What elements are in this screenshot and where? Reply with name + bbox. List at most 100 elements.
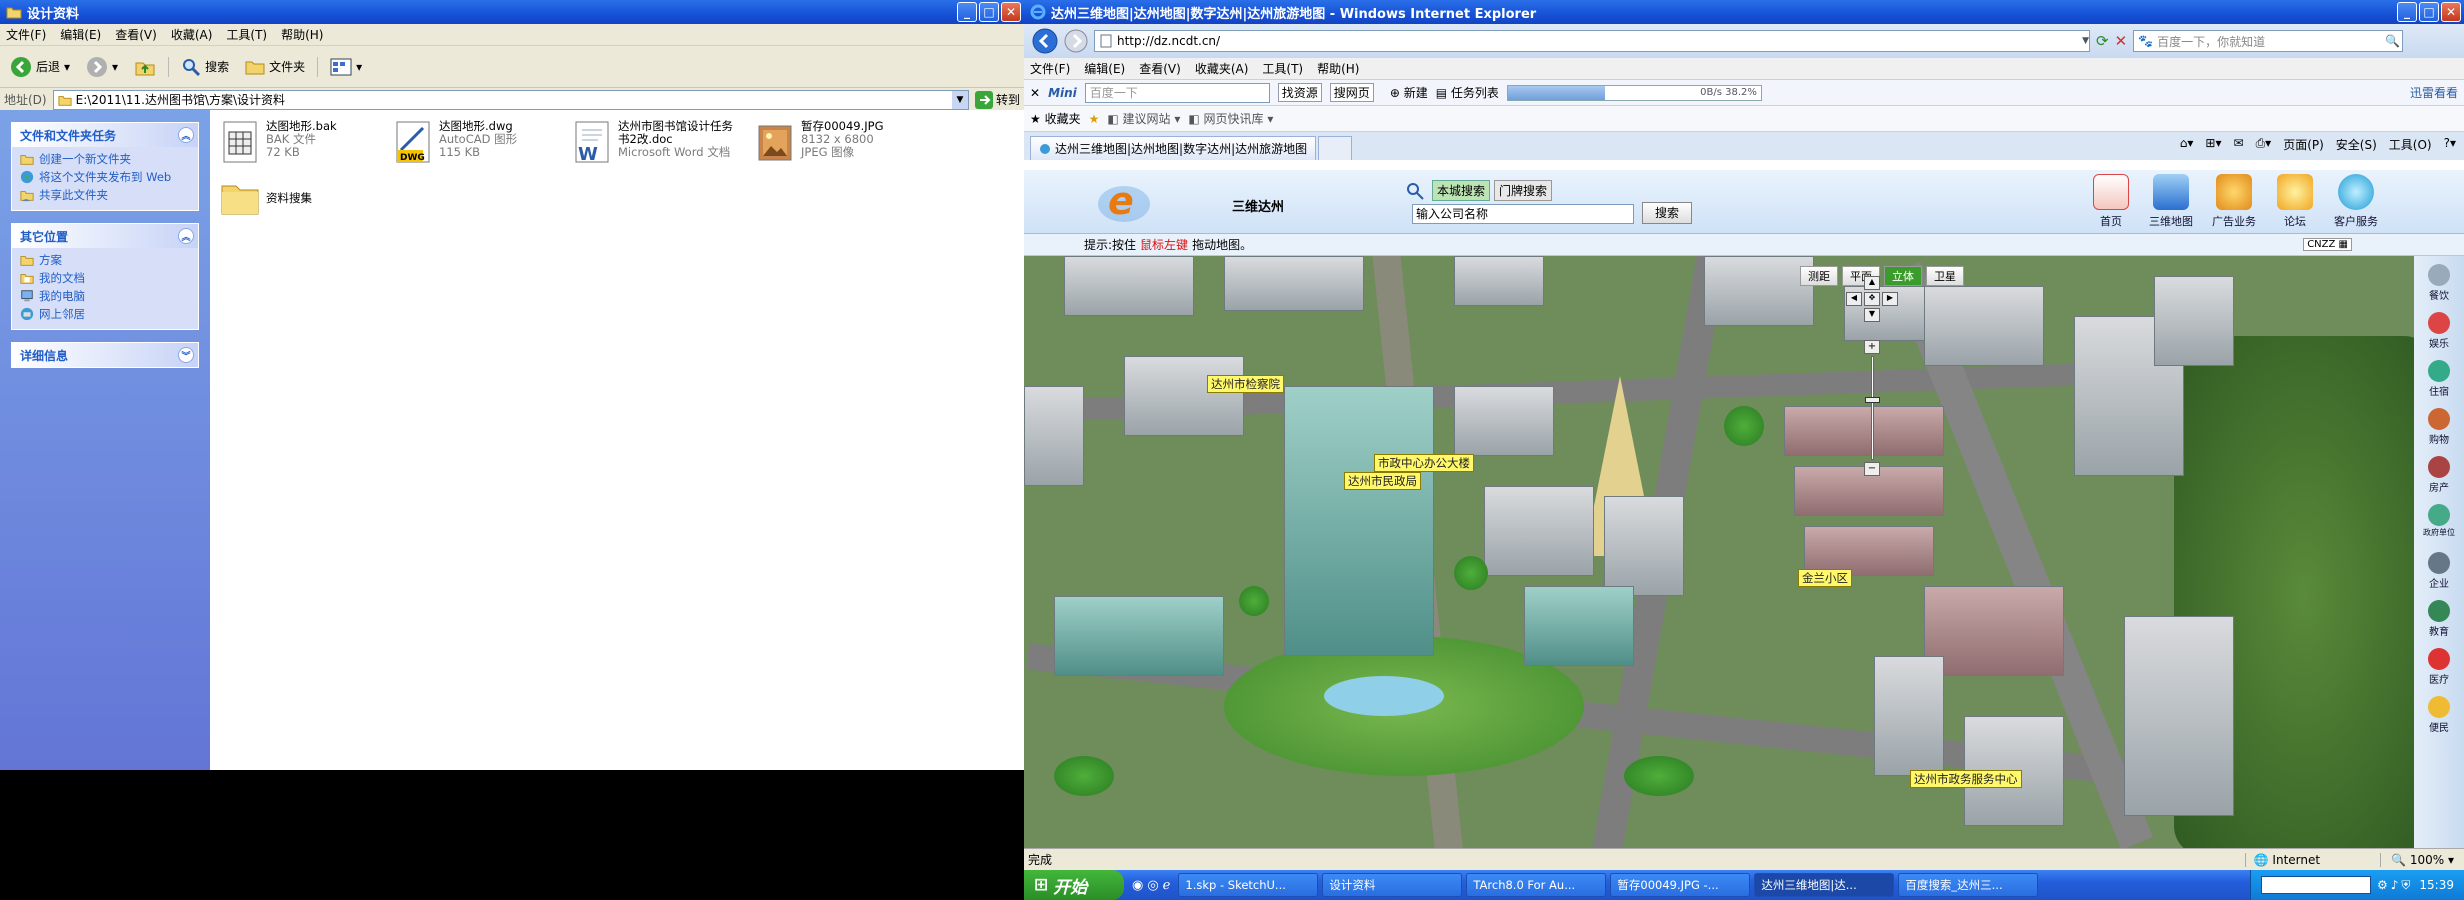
site-logo[interactable]: e — [1092, 174, 1156, 230]
maximize-button[interactable]: □ — [979, 2, 999, 22]
xunlei-button[interactable]: 迅雷看看 — [2410, 84, 2458, 101]
forward-icon[interactable] — [1064, 29, 1088, 53]
folder-item[interactable]: 资料搜集 — [220, 176, 400, 220]
zoom-track[interactable] — [1864, 356, 1880, 460]
start-button[interactable]: ⊞ 开始 — [1024, 870, 1124, 900]
mail-icon[interactable]: ✉ — [2234, 136, 2244, 153]
pan-left-icon[interactable]: ◀ — [1846, 292, 1862, 306]
nav-3d-map[interactable]: 三维地图 — [2146, 174, 2196, 229]
place-fangan[interactable]: 方案 — [12, 251, 198, 269]
taskbar-item[interactable]: TArch8.0 For Au... — [1466, 873, 1607, 897]
explorer-titlebar[interactable]: 设计资料 _ □ ✕ — [0, 0, 1024, 24]
pan-center-icon[interactable]: ✥ — [1864, 292, 1880, 306]
place-my-computer[interactable]: 我的电脑 — [12, 287, 198, 305]
taskbar-item-active[interactable]: 达州三维地图|达... — [1754, 873, 1895, 897]
ie-address-field[interactable]: http://dz.ncdt.cn/ ▼ — [1094, 30, 2090, 52]
nav-home[interactable]: 首页 — [2086, 174, 2136, 229]
file-item[interactable]: 达图地形.bak BAK 文件 72 KB — [220, 120, 400, 164]
search-button[interactable]: 搜索 — [177, 55, 233, 79]
tab-address-search[interactable]: 门牌搜索 — [1494, 180, 1553, 201]
suggested-sites-button[interactable]: ◧ 建议网站 ▾ — [1107, 110, 1180, 127]
task-share-folder[interactable]: 共享此文件夹 — [12, 186, 198, 204]
zoom-out-button[interactable]: − — [1864, 462, 1880, 476]
satellite-view-button[interactable]: 卫星 — [1926, 266, 1964, 286]
zone-indicator[interactable]: 🌐 Internet — [2244, 852, 2380, 867]
file-item[interactable]: W 达州市图书馆设计任务书2改.doc Microsoft Word 文档 — [572, 120, 747, 164]
minimize-button[interactable]: _ — [957, 2, 977, 22]
category-medical[interactable]: 医疗 — [2418, 648, 2460, 686]
tray-search-input[interactable] — [2260, 876, 2371, 894]
menu-view[interactable]: 查看(V) — [1139, 60, 1181, 77]
print-icon[interactable]: ⎙▾ — [2256, 136, 2272, 153]
menu-tools[interactable]: 工具(T) — [1262, 60, 1303, 77]
stop-icon[interactable]: ✕ — [2115, 32, 2128, 50]
category-real-estate[interactable]: 房产 — [2418, 456, 2460, 494]
minimize-button[interactable]: _ — [2397, 2, 2417, 22]
tray-icons[interactable]: ⚙♪⛨ — [2377, 878, 2413, 893]
file-tasks-header[interactable]: 文件和文件夹任务 ︽ — [12, 123, 198, 147]
menu-favorites[interactable]: 收藏夹(A) — [1195, 60, 1249, 77]
menu-view[interactable]: 查看(V) — [115, 26, 157, 43]
views-button[interactable]: ▾ — [326, 56, 366, 78]
map-pan-control[interactable]: ▲ ◀ ✥ ▶ ▼ — [1842, 276, 1902, 326]
menu-edit[interactable]: 编辑(E) — [60, 26, 101, 43]
tools-menu[interactable]: 工具(O) — [2389, 136, 2432, 153]
category-enterprise[interactable]: 企业 — [2418, 552, 2460, 590]
menu-favorites[interactable]: 收藏(A) — [171, 26, 213, 43]
category-government[interactable]: 政府单位 — [2418, 504, 2460, 538]
task-new-folder[interactable]: 创建一个新文件夹 — [12, 150, 198, 168]
mini-button[interactable]: Mini — [1048, 86, 1077, 100]
nav-advertising[interactable]: 广告业务 — [2209, 174, 2259, 229]
place-my-documents[interactable]: 我的文档 — [12, 269, 198, 287]
home-icon[interactable]: ⌂▾ — [2180, 136, 2194, 153]
back-button[interactable]: 后退 ▾ — [6, 54, 74, 80]
web-slice-button[interactable]: ◧ 网页快讯库 ▾ — [1188, 110, 1273, 127]
folders-button[interactable]: 文件夹 — [241, 55, 309, 79]
zoom-slider-handle[interactable] — [1864, 397, 1880, 403]
close-toolbar-icon[interactable]: ✕ — [1030, 86, 1040, 100]
taskbar-item[interactable]: 设计资料 — [1322, 873, 1463, 897]
up-folder-button[interactable] — [130, 54, 160, 80]
ie-search-field[interactable]: 🐾 百度一下，你就知道 🔍 — [2133, 30, 2404, 52]
taskbar-item[interactable]: 暂存00049.JPG -... — [1610, 873, 1751, 897]
menu-file[interactable]: 文件(F) — [1030, 60, 1070, 77]
category-shopping[interactable]: 购物 — [2418, 408, 2460, 446]
place-network[interactable]: 网上邻居 — [12, 305, 198, 323]
measure-button[interactable]: 测距 — [1800, 266, 1838, 286]
zoom-in-button[interactable]: + — [1864, 340, 1880, 354]
close-button[interactable]: ✕ — [1001, 2, 1021, 22]
menu-edit[interactable]: 编辑(E) — [1084, 60, 1125, 77]
refresh-icon[interactable]: ⟳ — [2096, 32, 2109, 50]
mini-search-field[interactable]: 百度一下 — [1084, 82, 1270, 103]
category-education[interactable]: 教育 — [2418, 600, 2460, 638]
map-label-civil-affairs[interactable]: 达州市民政局 — [1344, 472, 1421, 490]
file-item[interactable]: DWG 达图地形.dwg AutoCAD 图形 115 KB — [393, 120, 573, 164]
collapse-icon[interactable]: ︽ — [178, 127, 194, 143]
address-field[interactable]: E:\2011\11.达州图书馆\方案\设计资料 ▼ — [52, 89, 969, 110]
feeds-icon[interactable]: ⊞▾ — [2205, 136, 2221, 153]
collapse-icon[interactable]: ︽ — [178, 228, 194, 244]
company-search-input[interactable]: 输入公司名称 — [1412, 204, 1634, 224]
category-dining[interactable]: 餐饮 — [2418, 264, 2460, 302]
favorites-button[interactable]: ★ 收藏夹 — [1030, 110, 1081, 127]
details-header[interactable]: 详细信息 ︾ — [12, 343, 198, 367]
category-convenience[interactable]: 便民 — [2418, 696, 2460, 734]
add-favorite-icon[interactable]: ★ — [1089, 112, 1100, 126]
help-icon[interactable]: ?▾ — [2444, 136, 2456, 153]
address-dropdown-icon[interactable]: ▼ — [951, 90, 968, 109]
new-tab-button[interactable] — [1318, 136, 1353, 160]
pan-down-icon[interactable]: ▼ — [1864, 308, 1880, 322]
task-list-button[interactable]: ▤ 任务列表 — [1436, 84, 1499, 101]
search-web-button[interactable]: 搜网页 — [1329, 83, 1374, 102]
nav-customer-service[interactable]: 客户服务 — [2331, 174, 2381, 229]
taskbar-item[interactable]: 百度搜索_达州三... — [1898, 873, 2039, 897]
tab-active[interactable]: 达州三维地图|达州地图|数字达州|达州旅游地图 — [1030, 136, 1317, 160]
expand-icon[interactable]: ︾ — [178, 347, 194, 363]
menu-help[interactable]: 帮助(H) — [281, 26, 323, 43]
other-places-header[interactable]: 其它位置 ︽ — [12, 224, 198, 248]
page-menu[interactable]: 页面(P) — [2283, 136, 2324, 153]
find-resource-button[interactable]: 找资源 — [1277, 83, 1322, 102]
pan-right-icon[interactable]: ▶ — [1882, 292, 1898, 306]
category-lodging[interactable]: 住宿 — [2418, 360, 2460, 398]
maximize-button[interactable]: □ — [2419, 2, 2439, 22]
